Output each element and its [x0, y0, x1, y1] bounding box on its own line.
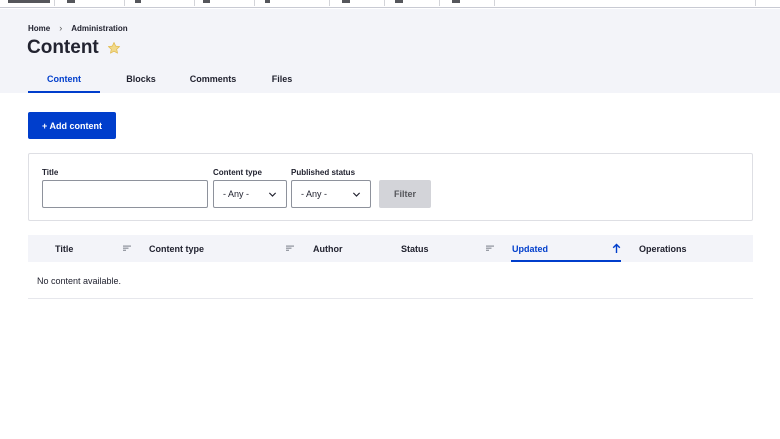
toolbar-item-end[interactable] — [755, 0, 780, 6]
toolbar-item-2[interactable] — [125, 0, 195, 6]
column-header-operations: Operations — [639, 243, 687, 254]
admin-toolbar[interactable] — [0, 0, 780, 8]
column-header-updated[interactable]: Updated — [512, 235, 548, 262]
column-header-status[interactable]: Status — [401, 235, 429, 262]
page-title-wrapper: Content — [27, 37, 121, 59]
arrow-up-icon[interactable] — [612, 243, 621, 254]
sort-icon[interactable] — [286, 245, 294, 251]
tab-files[interactable]: Files — [260, 63, 304, 93]
empty-message: No content available. — [37, 276, 122, 286]
table-row-empty: No content available. — [28, 262, 753, 299]
tab-content[interactable]: Content — [28, 63, 100, 93]
content-table-header: Title Content type Author Status Updated… — [28, 235, 753, 262]
column-header-author: Author — [313, 243, 343, 254]
published-status-select[interactable]: - Any - — [291, 180, 371, 208]
column-header-content-type[interactable]: Content type — [149, 235, 204, 262]
chevron-down-icon — [352, 192, 361, 197]
toolbar-item-7[interactable] — [440, 0, 495, 6]
page-header: Home › Administration Content Content Bl… — [0, 9, 780, 93]
toolbar-item-3[interactable] — [195, 0, 255, 6]
breadcrumb-administration-link[interactable]: Administration — [71, 24, 127, 33]
sort-icon[interactable] — [486, 245, 494, 251]
published-status-filter-label: Published status — [291, 168, 356, 177]
toolbar-item-manage[interactable] — [0, 0, 55, 6]
published-status-select-value: - Any - — [301, 189, 328, 199]
chevron-down-icon — [268, 192, 277, 197]
column-header-title[interactable]: Title — [55, 235, 73, 262]
sort-icon[interactable] — [123, 245, 131, 251]
page-title: Content — [27, 37, 99, 58]
content-type-select-value: - Any - — [223, 189, 250, 199]
breadcrumb-home-link[interactable]: Home — [28, 24, 50, 33]
title-filter-input[interactable] — [42, 180, 208, 208]
content-type-select[interactable]: - Any - — [213, 180, 287, 208]
toolbar-item-1[interactable] — [55, 0, 125, 6]
content-type-filter-label: Content type — [213, 168, 262, 177]
toolbar-item-6[interactable] — [385, 0, 440, 6]
tab-comments[interactable]: Comments — [174, 63, 252, 93]
toolbar-item-4[interactable] — [255, 0, 330, 6]
star-outline-icon[interactable] — [107, 41, 121, 55]
title-filter-label: Title — [42, 168, 59, 177]
filter-button[interactable]: Filter — [379, 180, 431, 208]
toolbar-item-5[interactable] — [330, 0, 385, 6]
add-content-button[interactable]: + Add content — [28, 112, 116, 139]
breadcrumb-separator: › — [59, 23, 63, 33]
breadcrumb: Home › Administration — [28, 23, 128, 33]
primary-tabs: Content Blocks Comments Files — [28, 63, 304, 93]
filter-form: Title Content type - Any - Published sta… — [28, 153, 753, 221]
tab-blocks[interactable]: Blocks — [108, 63, 174, 93]
